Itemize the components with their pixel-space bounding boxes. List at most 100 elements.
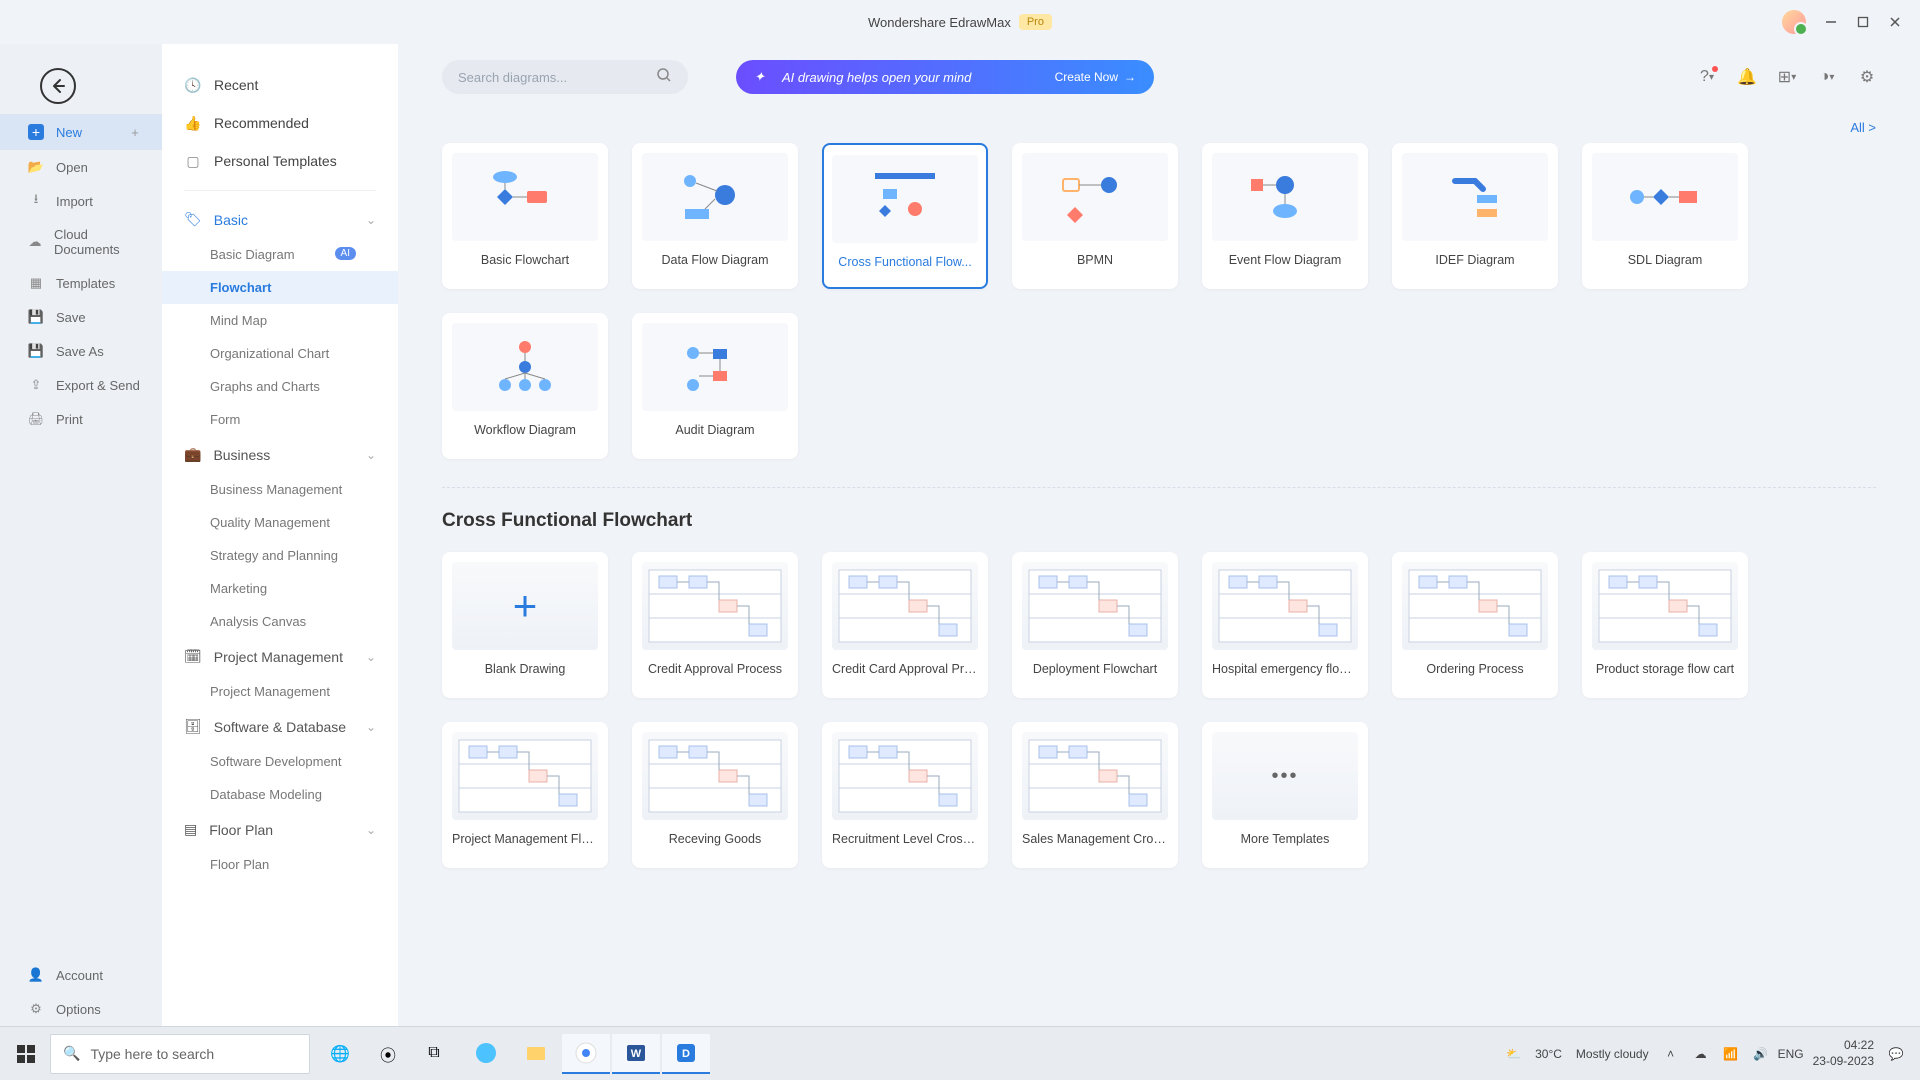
cat-analysis-canvas[interactable]: Analysis Canvas	[162, 605, 398, 638]
onedrive-icon[interactable]: ☁	[1693, 1046, 1709, 1062]
cat-marketing[interactable]: Marketing	[162, 572, 398, 605]
cat-org-chart[interactable]: Organizational Chart	[162, 337, 398, 370]
cat-floor-plan[interactable]: ▤Floor Plan⌄	[162, 811, 398, 848]
apps-icon[interactable]: ⊞▾	[1778, 68, 1796, 86]
start-button[interactable]	[6, 1034, 46, 1074]
edge-icon[interactable]	[462, 1034, 510, 1074]
help-icon[interactable]: ?▾	[1698, 68, 1716, 86]
cat-sub-label: Software Development	[210, 754, 342, 769]
cortana-icon[interactable]: ⦿	[370, 1042, 406, 1066]
nav-templates[interactable]: ▦Templates	[0, 266, 162, 300]
template-blank[interactable]: +Blank Drawing	[442, 552, 608, 698]
all-link[interactable]: All >	[442, 120, 1876, 135]
cat-graphs-charts[interactable]: Graphs and Charts	[162, 370, 398, 403]
nav-label: Export & Send	[56, 378, 140, 393]
template-card[interactable]: Recruitment Level Cross F...	[822, 722, 988, 868]
nav-cloud[interactable]: ☁Cloud Documents	[0, 218, 162, 266]
diagram-type-card[interactable]: Basic Flowchart	[442, 143, 608, 289]
diagram-type-card[interactable]: Event Flow Diagram	[1202, 143, 1368, 289]
cat-basic[interactable]: 🏷 Basic ⌄	[162, 201, 398, 238]
nav-options[interactable]: ⚙Options	[0, 992, 162, 1026]
nav-save[interactable]: 💾Save	[0, 300, 162, 334]
cat-strategy-planning[interactable]: Strategy and Planning	[162, 539, 398, 572]
volume-icon[interactable]: 🔊	[1753, 1046, 1769, 1062]
chrome-icon[interactable]	[562, 1034, 610, 1074]
explorer-icon[interactable]	[512, 1034, 560, 1074]
user-avatar[interactable]	[1782, 10, 1806, 34]
task-view-icon[interactable]: ⧉	[410, 1034, 458, 1074]
maximize-button[interactable]	[1856, 15, 1870, 29]
diagram-type-card[interactable]: Audit Diagram	[632, 313, 798, 459]
search-input[interactable]	[458, 70, 656, 85]
cat-basic-diagram[interactable]: Basic DiagramAI	[162, 238, 398, 271]
weather-temp[interactable]: 30°C	[1535, 1047, 1562, 1061]
diagram-type-card[interactable]: Data Flow Diagram	[632, 143, 798, 289]
template-card[interactable]: Ordering Process	[1392, 552, 1558, 698]
search-icon[interactable]	[656, 67, 672, 88]
cat-flowchart[interactable]: Flowchart	[162, 271, 398, 304]
diagram-type-card[interactable]: Cross Functional Flow...	[822, 143, 988, 289]
template-card[interactable]: Product storage flow cart	[1582, 552, 1748, 698]
cat-quality-mgmt[interactable]: Quality Management	[162, 506, 398, 539]
cat-software-database[interactable]: 🗄Software & Database⌄	[162, 708, 398, 745]
notifications-icon[interactable]: 💬	[1888, 1046, 1904, 1062]
chevron-down-icon: ⌄	[366, 650, 376, 664]
template-card[interactable]: Deployment Flowchart	[1012, 552, 1178, 698]
nav-import[interactable]: ⭳Import	[0, 184, 162, 218]
word-icon[interactable]: W	[612, 1034, 660, 1074]
template-card[interactable]: Credit Card Approval Proc...	[822, 552, 988, 698]
cat-recommended[interactable]: 👍Recommended	[162, 104, 398, 142]
close-button[interactable]	[1888, 15, 1902, 29]
nav-export[interactable]: ⇪Export & Send	[0, 368, 162, 402]
nav-account[interactable]: 👤Account	[0, 958, 162, 992]
nav-new[interactable]: + New +	[0, 114, 162, 150]
cat-project-management[interactable]: 🗓Project Management⌄	[162, 638, 398, 675]
cat-db-modeling[interactable]: Database Modeling	[162, 778, 398, 811]
tray-chevron-icon[interactable]: ˄	[1663, 1046, 1679, 1062]
diagram-type-card[interactable]: IDEF Diagram	[1392, 143, 1558, 289]
diagram-type-label: Workflow Diagram	[452, 423, 598, 437]
cat-pm-item[interactable]: Project Management	[162, 675, 398, 708]
back-button[interactable]	[40, 68, 76, 104]
nav-open[interactable]: 📂Open	[0, 150, 162, 184]
weather-icon[interactable]: ⛅	[1506, 1047, 1521, 1061]
cat-personal-templates[interactable]: ▢Personal Templates	[162, 142, 398, 180]
import-icon: ⭳	[28, 193, 44, 209]
create-now-button[interactable]: Create Now→	[1055, 70, 1136, 84]
language-icon[interactable]: ENG	[1783, 1046, 1799, 1062]
cat-business[interactable]: 💼Business⌄	[162, 436, 398, 473]
taskbar-search[interactable]: 🔍 Type here to search	[50, 1034, 310, 1074]
svg-text:D: D	[682, 1048, 690, 1060]
cat-label: Floor Plan	[209, 822, 273, 838]
template-card[interactable]: Hospital emergency flow c...	[1202, 552, 1368, 698]
minimize-button[interactable]	[1824, 15, 1838, 29]
diagram-type-card[interactable]: Workflow Diagram	[442, 313, 608, 459]
database-icon: 🗄	[184, 718, 202, 735]
template-card[interactable]: Receving Goods	[632, 722, 798, 868]
template-card[interactable]: Sales Management Crossf...	[1012, 722, 1178, 868]
add-icon[interactable]: +	[126, 123, 144, 141]
search-box[interactable]	[442, 60, 688, 94]
weather-desc[interactable]: Mostly cloudy	[1576, 1047, 1649, 1061]
ai-banner[interactable]: ✦ AI drawing helps open your mind Create…	[736, 60, 1154, 94]
template-card[interactable]: Project Management Flow...	[442, 722, 608, 868]
task-globe[interactable]: 🌐	[314, 1044, 366, 1064]
template-card[interactable]: Credit Approval Process	[632, 552, 798, 698]
cat-software-dev[interactable]: Software Development	[162, 745, 398, 778]
taskbar-clock[interactable]: 04:22 23-09-2023	[1813, 1038, 1874, 1069]
cat-floor-plan-item[interactable]: Floor Plan	[162, 848, 398, 881]
settings-icon[interactable]: ⚙	[1858, 68, 1876, 86]
diagram-type-card[interactable]: BPMN	[1012, 143, 1178, 289]
cat-recent[interactable]: 🕓Recent	[162, 66, 398, 104]
cat-form[interactable]: Form	[162, 403, 398, 436]
cat-business-mgmt[interactable]: Business Management	[162, 473, 398, 506]
nav-print[interactable]: 🖨Print	[0, 402, 162, 436]
template-more[interactable]: •••More Templates	[1202, 722, 1368, 868]
nav-save-as[interactable]: 💾Save As	[0, 334, 162, 368]
bell-icon[interactable]: 🔔	[1738, 68, 1756, 86]
edrawmax-icon[interactable]: D	[662, 1034, 710, 1074]
cat-mind-map[interactable]: Mind Map	[162, 304, 398, 337]
wifi-icon[interactable]: 📶	[1723, 1046, 1739, 1062]
palette-icon[interactable]: ◑▾	[1818, 68, 1836, 86]
diagram-type-card[interactable]: SDL Diagram	[1582, 143, 1748, 289]
